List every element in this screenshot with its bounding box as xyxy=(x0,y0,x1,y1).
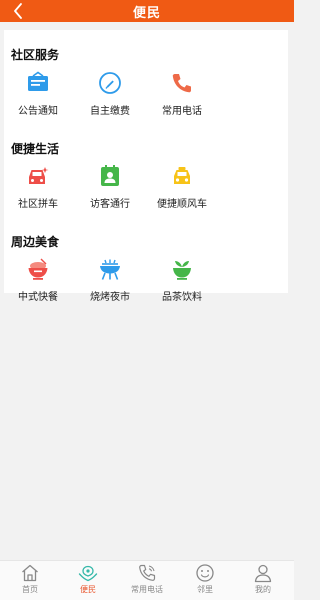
section-title-community-services: 社区服务 xyxy=(11,48,60,62)
bottom-tab-bar: 首页 便民 常用电话 邻里 我的 xyxy=(0,560,294,600)
convenience-icon xyxy=(78,565,98,582)
carpool-icon xyxy=(29,167,49,184)
announcement-icon xyxy=(28,71,48,91)
tab-label: 我的 xyxy=(255,585,271,594)
service-item-label: 公告通知 xyxy=(18,106,58,117)
service-item-tea-drinks[interactable]: 品茶饮料 xyxy=(150,257,214,309)
service-item-common-phones[interactable]: 常用电话 xyxy=(150,71,214,123)
phone-icon xyxy=(172,74,191,93)
service-item-bbq-night-market[interactable]: 烧烤夜市 xyxy=(78,257,142,309)
service-item-label: 便捷顺风车 xyxy=(157,199,207,210)
chevron-left-icon xyxy=(14,3,22,19)
tab-neighbors[interactable]: 邻里 xyxy=(180,563,230,599)
top-app-bar: 便民 xyxy=(0,0,294,22)
tab-label: 便民 xyxy=(80,585,96,594)
service-item-chinese-fast-food[interactable]: 中式快餐 xyxy=(6,257,70,309)
page-title: 便民 xyxy=(132,5,161,21)
user-icon xyxy=(254,564,272,583)
tab-label: 常用电话 xyxy=(131,585,163,594)
visitor-pass-icon xyxy=(101,165,119,186)
payment-icon xyxy=(99,72,121,94)
tab-common-phones[interactable]: 常用电话 xyxy=(122,563,172,599)
tab-mine[interactable]: 我的 xyxy=(238,563,288,599)
service-item-label: 品茶饮料 xyxy=(162,292,202,303)
tea-icon xyxy=(173,261,191,280)
tab-label: 首页 xyxy=(22,585,38,594)
service-item-self-payment[interactable]: 自主缴费 xyxy=(78,71,142,123)
tab-convenience[interactable]: 便民 xyxy=(63,563,113,599)
service-item-label: 社区拼车 xyxy=(18,199,58,210)
service-item-label: 常用电话 xyxy=(162,106,202,117)
home-icon xyxy=(22,564,38,582)
smiley-icon xyxy=(196,564,214,582)
services-panel: 社区服务 公告通知 自主缴费 常用电话 便捷生活 社区拼车 访客通行 便捷顺风车… xyxy=(4,30,288,303)
service-item-visitor-pass[interactable]: 访客通行 xyxy=(78,164,142,216)
phone-outline-icon xyxy=(139,564,156,581)
service-item-label: 烧烤夜市 xyxy=(90,292,130,303)
service-item-label: 中式快餐 xyxy=(18,292,58,303)
service-item-announcements[interactable]: 公告通知 xyxy=(6,71,70,123)
tab-label: 邻里 xyxy=(197,585,213,594)
back-button[interactable] xyxy=(8,0,28,22)
service-item-ride-share[interactable]: 便捷顺风车 xyxy=(150,164,214,216)
section-title-convenient-life: 便捷生活 xyxy=(11,142,60,156)
barbecue-grill-icon xyxy=(100,259,120,280)
tab-home[interactable]: 首页 xyxy=(5,563,55,599)
rice-bowl-icon xyxy=(28,258,48,280)
service-item-label: 自主缴费 xyxy=(90,106,130,117)
service-item-carpool[interactable]: 社区拼车 xyxy=(6,164,70,216)
service-item-label: 访客通行 xyxy=(90,199,130,210)
section-title-nearby-food: 周边美食 xyxy=(11,235,60,249)
taxi-icon xyxy=(174,167,190,184)
